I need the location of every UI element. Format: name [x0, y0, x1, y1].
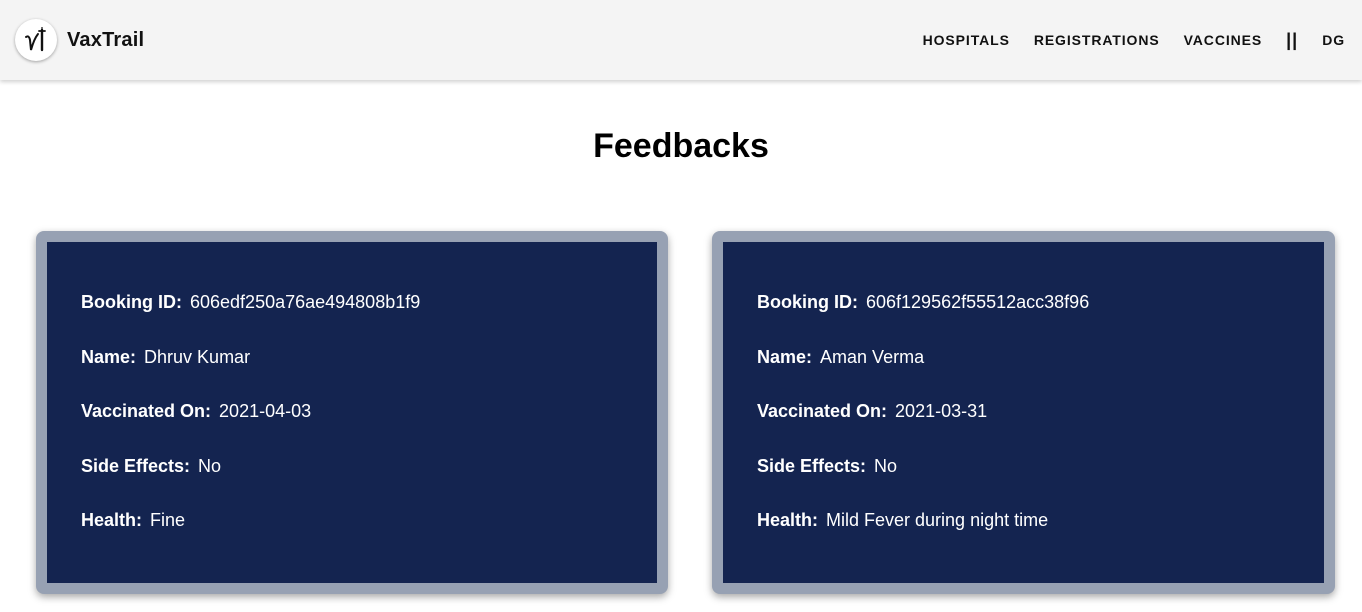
- feedback-card: Booking ID: 606f129562f55512acc38f96 Name…: [712, 231, 1335, 594]
- side-effects-label: Side Effects:: [81, 455, 191, 476]
- feedback-card: Booking ID: 606edf250a76ae494808b1f9 Name…: [36, 231, 668, 594]
- nav-link-vaccines[interactable]: VACCINES: [1184, 32, 1263, 48]
- user-menu-dg[interactable]: DG: [1322, 32, 1345, 48]
- health-label: Health:: [757, 510, 819, 530]
- page-title: Feedbacks: [593, 127, 769, 165]
- nav-link-registrations[interactable]: REGISTRATIONS: [1034, 32, 1160, 48]
- name-value: Dhruv Kumar: [144, 346, 251, 367]
- name-row: Name: Dhruv Kumar: [81, 345, 623, 369]
- booking-id-row: Booking ID: 606edf250a76ae494808b1f9: [81, 290, 623, 314]
- side-effects-row: Side Effects: No: [757, 454, 1290, 478]
- vaccinated-on-value: 2021-03-31: [895, 401, 988, 421]
- vaccinated-on-row: Vaccinated On: 2021-04-03: [81, 399, 623, 423]
- booking-id-label: Booking ID:: [757, 292, 858, 312]
- vaccinated-on-label: Vaccinated On:: [81, 401, 212, 421]
- side-effects-row: Side Effects: No: [81, 454, 623, 478]
- nav-link-hospitals[interactable]: HOSPITALS: [923, 32, 1010, 48]
- name-label: Name:: [757, 346, 813, 367]
- vaccinated-on-value: 2021-04-03: [219, 401, 312, 421]
- side-effects-value: No: [874, 455, 898, 476]
- vaxtrail-logo-icon: [15, 19, 57, 61]
- nav-separator: ||: [1286, 29, 1299, 50]
- navbar: VaxTrail HOSPITALS REGISTRATIONS VACCINE…: [0, 0, 1362, 80]
- feedback-card-body: Booking ID: 606edf250a76ae494808b1f9 Name…: [47, 242, 657, 583]
- booking-id-label: Booking ID:: [81, 292, 182, 312]
- health-row: Health: Fine: [81, 508, 623, 532]
- side-effects-label: Side Effects:: [757, 455, 867, 476]
- booking-id-value: 606edf250a76ae494808b1f9: [190, 292, 421, 312]
- side-effects-value: No: [198, 455, 222, 476]
- health-value: Fine: [150, 510, 186, 530]
- name-label: Name:: [81, 346, 137, 367]
- health-label: Health:: [81, 510, 143, 530]
- health-value: Mild Fever during night time: [826, 510, 1049, 530]
- booking-id-value: 606f129562f55512acc38f96: [866, 292, 1090, 312]
- name-value: Aman Verma: [820, 346, 925, 367]
- booking-id-row: Booking ID: 606f129562f55512acc38f96: [757, 290, 1290, 314]
- health-row: Health: Mild Fever during night time: [757, 508, 1290, 532]
- brand-name: VaxTrail: [67, 28, 145, 51]
- vaccinated-on-row: Vaccinated On: 2021-03-31: [757, 399, 1290, 423]
- name-row: Name: Aman Verma: [757, 345, 1290, 369]
- brand-home-link[interactable]: VaxTrail: [15, 19, 144, 61]
- nav-links: HOSPITALS REGISTRATIONS VACCINES || DG: [923, 30, 1345, 51]
- vaccinated-on-label: Vaccinated On:: [757, 401, 888, 421]
- feedback-card-body: Booking ID: 606f129562f55512acc38f96 Name…: [723, 242, 1324, 583]
